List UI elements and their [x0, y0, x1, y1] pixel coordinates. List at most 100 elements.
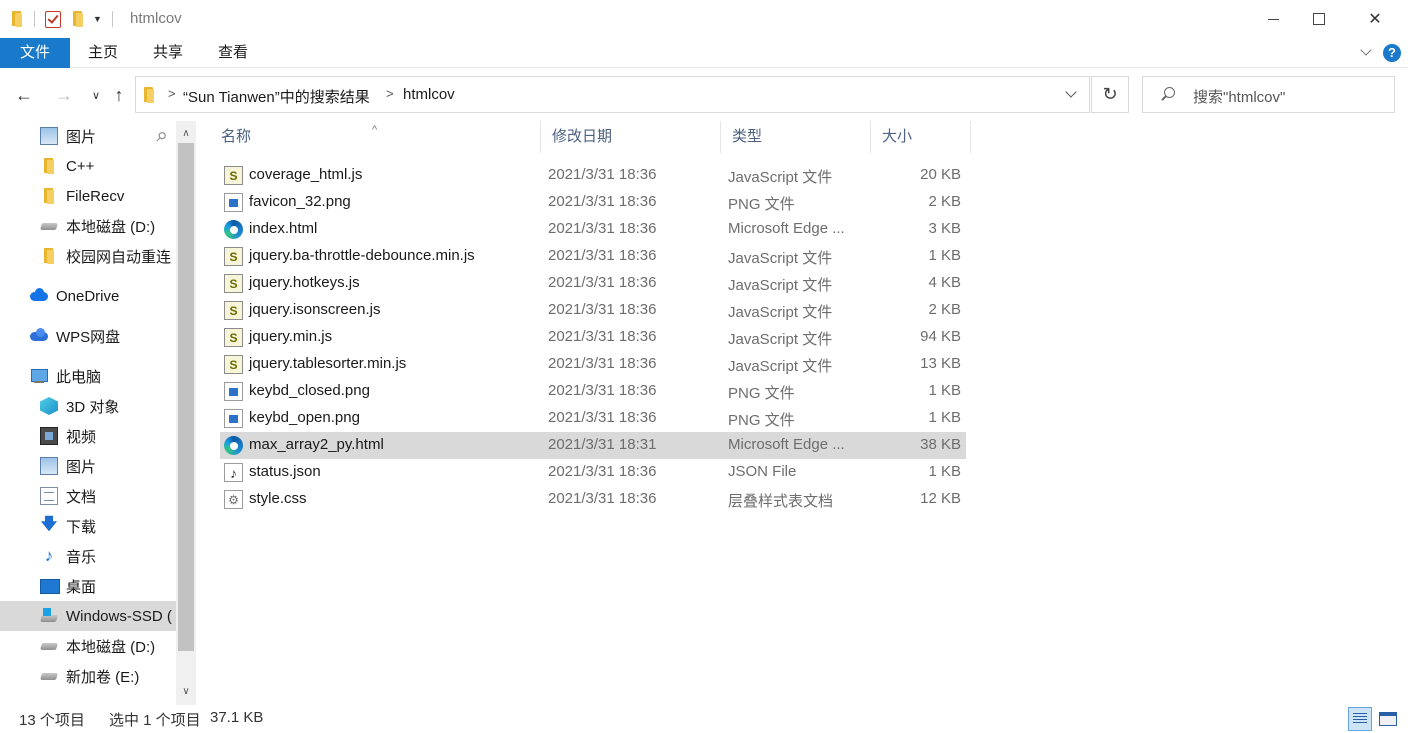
sidebar-item-label: WPS网盘 [56, 328, 121, 346]
file-row[interactable]: Sjquery.tablesorter.min.js 2021/3/31 18:3… [220, 351, 966, 378]
sidebar-item-label: 校园网自动重连 [66, 248, 172, 266]
breadcrumb-separator-icon[interactable]: > [168, 86, 176, 101]
sidebar-item-videos[interactable]: 视频 [0, 421, 176, 451]
minimize-button[interactable] [1250, 0, 1296, 38]
file-modified-date: 2021/3/31 18:36 [548, 220, 657, 237]
file-modified-date: 2021/3/31 18:36 [548, 193, 657, 210]
help-icon[interactable]: ? [1383, 44, 1401, 62]
file-name: jquery.hotkeys.js [249, 274, 360, 291]
search-input[interactable]: 搜索"htmlcov" [1142, 76, 1395, 113]
sidebar-item-label: 下载 [66, 518, 97, 536]
tab-home[interactable]: 主页 [88, 38, 118, 68]
sidebar-item-3d-objects[interactable]: 3D 对象 [0, 391, 176, 421]
back-button[interactable]: ← [12, 83, 36, 107]
sidebar-item-desktop[interactable]: 桌面 [0, 571, 176, 601]
sidebar-item-label: OneDrive [56, 287, 120, 305]
file-row[interactable]: Sjquery.ba-throttle-debounce.min.js 2021/… [220, 243, 966, 270]
javascript-file-icon: S [224, 355, 243, 374]
window-title: htmlcov [130, 10, 182, 27]
file-row[interactable]: Sjquery.hotkeys.js 2021/3/31 18:36 JavaScr… [220, 270, 966, 297]
sidebar-item-local-disk-d[interactable]: 本地磁盘 (D:) [0, 211, 176, 241]
file-row[interactable]: keybd_open.png 2021/3/31 18:36 PNG 文件 1 KB [220, 405, 966, 432]
sidebar-item-pictures[interactable]: 图片 [0, 451, 176, 481]
sidebar-scrollbar[interactable]: ∧ ∨ [176, 121, 196, 705]
sidebar-item-downloads[interactable]: 🡇 下载 [0, 511, 176, 541]
file-size: 12 KB [920, 490, 961, 507]
refresh-button[interactable]: ↻ [1091, 76, 1129, 113]
sidebar-item-local-disk-d-2[interactable]: 本地磁盘 (D:) [0, 631, 176, 661]
tab-view[interactable]: 查看 [218, 38, 248, 68]
file-size: 2 KB [928, 193, 961, 210]
file-modified-date: 2021/3/31 18:31 [548, 436, 657, 453]
file-size: 94 KB [920, 328, 961, 345]
file-type: JavaScript 文件 [728, 358, 833, 375]
pin-icon[interactable]: ⚲ [152, 128, 169, 146]
tab-share[interactable]: 共享 [153, 38, 183, 68]
sidebar-item-campus-reconnect[interactable]: 校园网自动重连 [0, 241, 176, 271]
sidebar-item-music[interactable]: ♪ 音乐 [0, 541, 176, 571]
close-button[interactable]: ✕ [1352, 0, 1398, 38]
file-row[interactable]: keybd_closed.png 2021/3/31 18:36 PNG 文件 1 K… [220, 378, 966, 405]
selection-size: 37.1 KB [210, 709, 264, 726]
file-name: jquery.min.js [249, 328, 333, 345]
column-header-date[interactable]: 修改日期 [541, 121, 721, 153]
css-file-icon: ⚙ [224, 490, 243, 509]
windows-drive-icon [40, 607, 58, 625]
tab-file[interactable]: 文件 [0, 38, 70, 68]
item-count: 13 个项目 [19, 712, 85, 729]
file-type: JavaScript 文件 [728, 304, 833, 321]
file-size: 13 KB [920, 355, 961, 372]
file-modified-date: 2021/3/31 18:36 [548, 463, 657, 480]
file-row[interactable]: ♪ status.json 2021/3/31 18:36 JSON File 1 KB [220, 459, 966, 486]
forward-button[interactable]: → [52, 83, 76, 107]
scroll-up-icon[interactable]: ∧ [176, 123, 196, 143]
file-row[interactable]: max_array2_py.html 2021/3/31 18:31 Microso… [220, 432, 966, 459]
customize-toolbar-icon[interactable]: ▼ [93, 14, 102, 24]
address-dropdown-icon[interactable] [1064, 88, 1078, 102]
address-bar[interactable]: > “Sun Tianwen”中的搜索结果 > htmlcov [135, 76, 1090, 113]
large-icons-view-button[interactable] [1376, 707, 1400, 731]
file-modified-date: 2021/3/31 18:36 [548, 274, 657, 291]
up-button[interactable]: ↑ [107, 83, 131, 107]
column-header-size[interactable]: 大小 [871, 121, 971, 153]
sidebar-item-pictures-pinned[interactable]: 图片 ⚲ [0, 121, 176, 151]
file-row[interactable]: Sjquery.min.js 2021/3/31 18:36 JavaScript … [220, 324, 966, 351]
sidebar-item-this-pc[interactable]: 此电脑 [0, 361, 176, 391]
expand-ribbon-icon[interactable] [1360, 46, 1374, 60]
sidebar-item-label: FileRecv [66, 187, 125, 205]
breadcrumb-search-results[interactable]: “Sun Tianwen”中的搜索结果 [183, 86, 370, 107]
file-row[interactable]: ⚙ style.css 2021/3/31 18:36 层叠样式表文档 12 KB [220, 486, 966, 513]
sidebar-item-label: 图片 [66, 128, 97, 146]
file-modified-date: 2021/3/31 18:36 [548, 490, 657, 507]
sidebar-item-wps-cloud[interactable]: WPS网盘 [0, 321, 176, 351]
scroll-down-icon[interactable]: ∨ [176, 681, 196, 701]
maximize-icon [1313, 13, 1325, 25]
sidebar-item-new-volume-e[interactable]: 新加卷 (E:) [0, 661, 176, 691]
file-row[interactable]: favicon_32.png 2021/3/31 18:36 PNG 文件 2 KB [220, 189, 966, 216]
title-bar: ▼ htmlcov ✕ [0, 0, 1408, 38]
file-row[interactable]: Sjquery.isonscreen.js 2021/3/31 18:36 Java… [220, 297, 966, 324]
sidebar-item-windows-ssd[interactable]: Windows-SSD ( [0, 601, 176, 631]
file-row[interactable]: index.html 2021/3/31 18:36 Microsoft Edge … [220, 216, 966, 243]
json-file-icon: ♪ [224, 463, 243, 482]
recent-locations-icon[interactable]: ∨ [84, 83, 108, 107]
picture-icon [40, 127, 58, 145]
file-size: 38 KB [920, 436, 961, 453]
sidebar-item-label: 此电脑 [56, 368, 102, 386]
sidebar-item-onedrive[interactable]: OneDrive [0, 281, 176, 311]
sidebar-item-cpp[interactable]: C++ [0, 151, 176, 181]
new-folder-icon[interactable] [71, 10, 85, 28]
column-header-name[interactable]: 名称 ^ [210, 121, 541, 153]
scrollbar-thumb[interactable] [178, 143, 194, 651]
close-icon: ✕ [1368, 11, 1382, 28]
file-row[interactable]: Scoverage_html.js 2021/3/31 18:36 JavaScri… [220, 162, 966, 189]
sidebar-item-documents[interactable]: 文档 [0, 481, 176, 511]
properties-icon[interactable] [45, 10, 61, 28]
sidebar-item-filerecv[interactable]: FileRecv [0, 181, 176, 211]
breadcrumb-separator-icon[interactable]: > [386, 86, 394, 101]
details-view-button[interactable] [1348, 707, 1372, 731]
search-placeholder: 搜索"htmlcov" [1193, 89, 1286, 106]
breadcrumb-htmlcov[interactable]: htmlcov [403, 86, 455, 103]
maximize-button[interactable] [1296, 0, 1342, 38]
column-header-type[interactable]: 类型 [721, 121, 871, 153]
